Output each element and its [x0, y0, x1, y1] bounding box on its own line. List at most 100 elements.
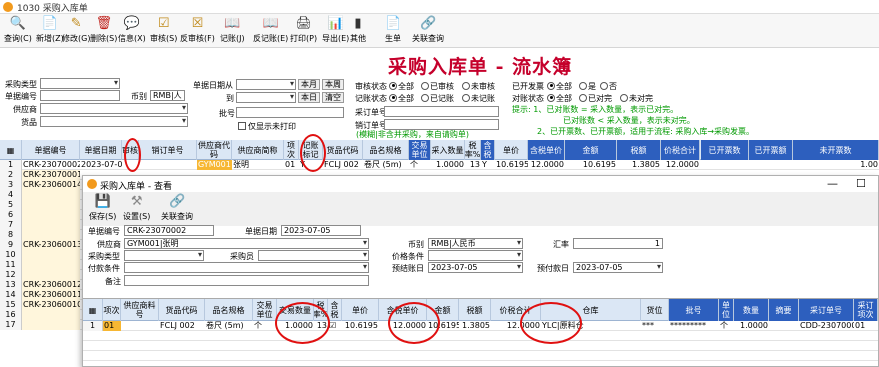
cell-qty[interactable]: 1.0000 [431, 160, 465, 170]
date-to-input[interactable] [236, 92, 296, 103]
cell-doc[interactable] [22, 250, 80, 260]
sub-remark-input[interactable] [124, 275, 369, 286]
dialog-cell-taxamt[interactable]: 1.3805 [459, 321, 491, 331]
audit-audited-radio[interactable]: 已审核 [421, 81, 454, 92]
only-unprinted-checkbox[interactable] [238, 121, 246, 130]
cell-date[interactable]: 2023-07-05 [80, 160, 122, 170]
print-button[interactable]: 🖨 打印(P) [290, 16, 317, 44]
reconcile-undone-radio[interactable]: 未对完 [620, 93, 653, 104]
doc-no-input[interactable] [40, 90, 120, 101]
column-header[interactable]: 未开票数 [793, 140, 879, 160]
column-header[interactable]: 项次 [284, 140, 299, 160]
reconcile-done-radio[interactable]: 已对完 [579, 93, 612, 104]
column-header[interactable]: 销订单号 [139, 140, 197, 160]
column-header[interactable]: 含税单价 [528, 140, 565, 160]
message-button[interactable]: 💬 信息(X) [118, 16, 146, 44]
column-header[interactable]: 价税合计 [661, 140, 700, 160]
cell-doc[interactable]: CRK-23060010 [22, 300, 80, 310]
this-week-button[interactable]: 本周 [322, 79, 344, 90]
cell-uninv[interactable]: 1.00 [793, 160, 879, 170]
invoice-all-radio[interactable]: 全部 [547, 81, 572, 92]
cell-doc[interactable]: CRK-23070001 [22, 170, 80, 180]
delete-button[interactable]: 🗑 删除(S) [90, 16, 117, 44]
book-booked-radio[interactable]: 已记账 [421, 93, 454, 104]
cell-taxamt[interactable]: 1.3805 [617, 160, 661, 170]
edit-button[interactable]: ✎ 修改(G) [62, 16, 90, 44]
column-header[interactable]: 单据日期 [80, 140, 122, 160]
cell-inc[interactable]: Y [481, 160, 495, 170]
column-header[interactable]: 含税 [481, 140, 495, 160]
dialog-column-header[interactable]: 项次 [103, 299, 121, 321]
column-header[interactable]: 供应商简称 [232, 140, 284, 160]
only-unprinted-option[interactable]: 仅显示未打印 [238, 121, 296, 132]
clear-button[interactable]: 清空 [322, 92, 344, 103]
link-query-button[interactable]: 🔗 关联查询 [161, 194, 193, 222]
cell-doc[interactable] [22, 200, 80, 210]
book-all-radio[interactable]: 全部 [389, 93, 414, 104]
sub-doc-no-input[interactable]: CRK-23070002 [124, 225, 214, 236]
cell-doc[interactable]: CRK-23060011 [22, 290, 80, 300]
generate-doc-button[interactable]: 📄 生单 [385, 16, 401, 44]
cell-doc[interactable] [22, 260, 80, 270]
column-header[interactable]: 已开票额 [749, 140, 793, 160]
date-from-input[interactable] [236, 79, 296, 90]
cell-so[interactable] [139, 160, 197, 170]
cell-total[interactable]: 12.0000 [661, 160, 700, 170]
dialog-column-header[interactable]: 品名规格 [205, 299, 253, 321]
invoice-no-radio[interactable]: 否 [600, 81, 617, 92]
unbook-button[interactable]: 📖 反记账(E) [253, 16, 288, 44]
cell-incprice[interactable]: 12.0000 [528, 160, 565, 170]
dialog-cell-item[interactable]: 01 [103, 321, 121, 331]
dialog-cell-po[interactable]: CDD-23070003 [799, 321, 854, 331]
link-query-button[interactable]: 🔗 关联查询 [412, 16, 444, 44]
dialog-grid-corner-icon[interactable]: ▦ [83, 299, 103, 321]
cell-doc[interactable] [22, 320, 80, 330]
dialog-column-header[interactable]: 货位 [641, 299, 669, 321]
dialog-column-header[interactable]: 批号 [669, 299, 719, 321]
cell-code[interactable]: FCLJ 002 [323, 160, 363, 170]
dialog-column-header[interactable]: 交易单位 [253, 299, 277, 321]
book-unbooked-radio[interactable]: 未记账 [462, 93, 495, 104]
column-header[interactable]: 金额 [565, 140, 617, 160]
invoice-yes-radio[interactable]: 是 [579, 81, 596, 92]
sub-doc-date-input[interactable]: 2023-07-05 [281, 225, 361, 236]
sub-buyer-select[interactable] [258, 250, 369, 261]
cell-sup[interactable]: GYM001 [197, 160, 232, 170]
search-button[interactable]: 🔍 查询(C) [4, 16, 32, 44]
dialog-cell-inc[interactable]: ☑ [328, 321, 342, 331]
column-header[interactable]: 交易单位 [409, 140, 431, 160]
column-header[interactable]: 品名规格 [363, 140, 409, 160]
cell-doc[interactable] [22, 230, 80, 240]
dialog-cell-unit[interactable]: 个 [253, 321, 277, 331]
dialog-column-header[interactable]: 摘要 [769, 299, 799, 321]
sub-pay-cond-select[interactable] [124, 262, 369, 273]
sub-currency-select[interactable]: RMB|人民币 [428, 238, 523, 249]
column-header[interactable]: 货品代码 [323, 140, 363, 160]
column-header[interactable]: 税率% [465, 140, 481, 160]
cell-price[interactable]: 10.6195 [495, 160, 528, 170]
dialog-cell-unit2[interactable]: 个 [719, 321, 734, 331]
cell-doc[interactable]: CRK-23060013 [22, 240, 80, 250]
sub-pay-date-input[interactable]: 2023-07-05 [573, 262, 663, 273]
dialog-cell-memo[interactable] [769, 321, 799, 331]
export-button[interactable]: 📊 导出(E) [322, 16, 349, 44]
new-doc-button[interactable]: 📄 新增(Z) [36, 16, 64, 44]
purchase-order-input[interactable] [384, 106, 499, 117]
dialog-table-row[interactable]: 1 01 FCLJ 002 卷尺 (5m) 个 1.0000 13 ☑ 10.6195 12.00… [83, 321, 878, 331]
dialog-cell-batch[interactable]: ********* [669, 321, 719, 331]
cell-invamt[interactable] [749, 160, 793, 170]
dialog-column-header[interactable]: 供应商料号 [121, 299, 159, 321]
audit-unaudited-radio[interactable]: 未审核 [462, 81, 495, 92]
cell-doc[interactable] [22, 270, 80, 280]
column-header[interactable]: 已开票数 [701, 140, 749, 160]
dialog-column-header[interactable]: 含税 [328, 299, 342, 321]
cell-doc[interactable]: CRK-23060014 [22, 180, 80, 190]
goods-select[interactable] [40, 116, 188, 127]
sub-rate-input[interactable]: 1 [573, 238, 663, 249]
sub-price-cond-select[interactable] [428, 250, 523, 261]
dialog-cell-price[interactable]: 10.6195 [342, 321, 379, 331]
currency-input[interactable]: RMB|人 [150, 90, 185, 101]
minimize-button[interactable]: — [827, 177, 838, 190]
purchase-type-select[interactable] [40, 78, 120, 89]
dialog-column-header[interactable]: 单位 [719, 299, 734, 321]
